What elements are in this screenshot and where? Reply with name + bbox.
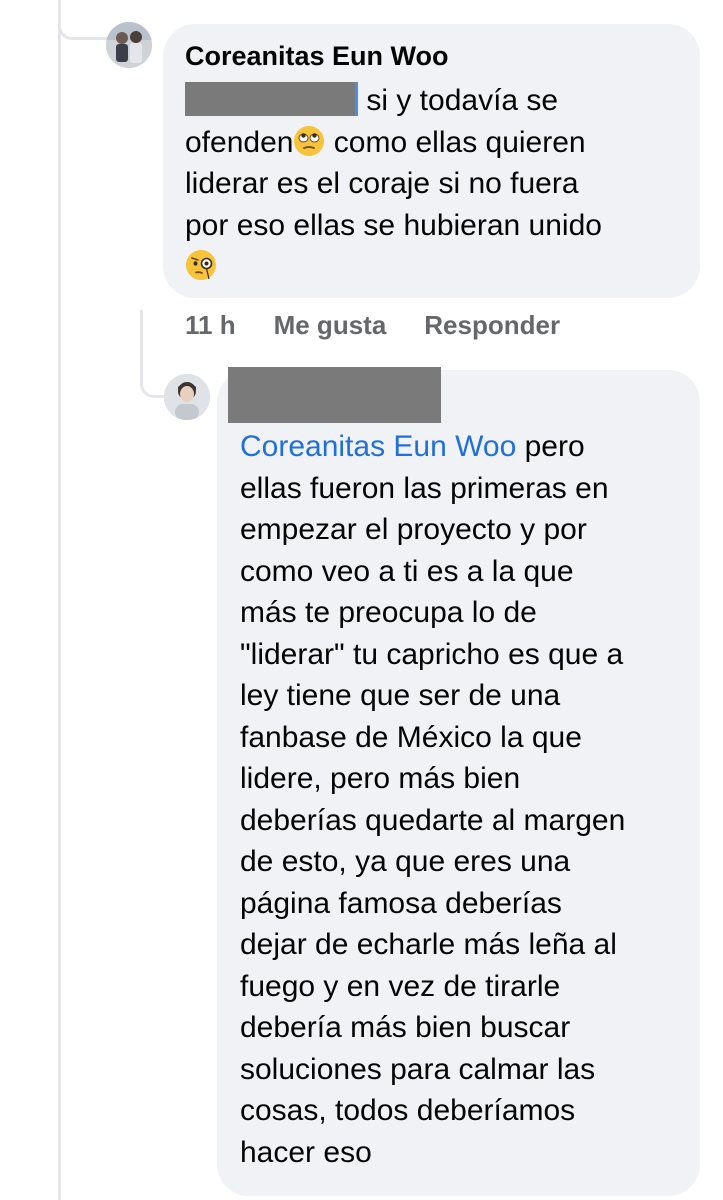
comment-line: si y todavía se <box>185 80 685 122</box>
face-with-rolling-eyes-icon <box>294 125 325 156</box>
reply-line: página famosa deberías <box>240 886 562 920</box>
reply-line: Coreanitas Eun Woo pero <box>240 430 585 463</box>
reply-line: de esto, ya que eres una <box>240 845 571 878</box>
reply-line: ellas fueron las primeras en <box>240 471 609 505</box>
comment-line: liderar es el coraje si no fuera <box>185 167 579 200</box>
reply-line: soluciones para calmar las <box>240 1052 596 1086</box>
avatar[interactable] <box>164 374 210 420</box>
reply-text: Coreanitas Eun Woo pero ellas fueron las… <box>240 426 700 1173</box>
thread-line <box>58 0 61 1200</box>
reply-line: debería más bien buscar <box>240 1011 571 1044</box>
redacted-author <box>228 367 441 423</box>
reply-line: fanbase de México la que <box>240 720 582 754</box>
reply-line: "liderar" tu capricho es que a <box>240 637 624 671</box>
reply-button[interactable]: Responder <box>424 310 560 341</box>
comment-author[interactable]: Coreanitas Eun Woo <box>185 40 680 72</box>
comment-timestamp[interactable]: 11 h <box>185 310 236 341</box>
mention-link[interactable]: Coreanitas Eun Woo <box>240 430 516 463</box>
avatar[interactable] <box>106 22 152 68</box>
comment-text: si y todavía se ofenden como ellas quier… <box>185 80 685 288</box>
reply-line: deberías quedarte al margen <box>240 803 626 837</box>
face-with-monocle-icon <box>186 250 216 280</box>
like-button[interactable]: Me gusta <box>274 310 387 341</box>
reply-line: dejar de echarle más leña al <box>240 928 617 961</box>
comment-line <box>185 246 685 288</box>
reply-line: empezar el proyecto y por <box>240 513 587 546</box>
reply-line: fuego y en vez de tirarle <box>240 969 561 1003</box>
reply-line: más te preocupa lo de <box>240 596 537 629</box>
comment-line: por eso ellas se hubieran unido <box>185 208 602 242</box>
reply-line: ley tiene que ser de una <box>240 679 561 712</box>
reply-line: cosas, todos deberíamos <box>240 1094 576 1127</box>
reply-line: hacer eso <box>240 1135 372 1169</box>
reply-thread-connector <box>140 360 164 398</box>
thread-connector <box>58 0 108 40</box>
reply-line: como veo a ti es a la que <box>240 554 574 588</box>
redacted-mention <box>185 82 358 117</box>
comment-line: ofenden como ellas quieren <box>185 125 586 159</box>
comment-actions: 11 h Me gusta Responder <box>185 310 560 341</box>
reply-line: lidere, pero más bien <box>240 762 521 795</box>
